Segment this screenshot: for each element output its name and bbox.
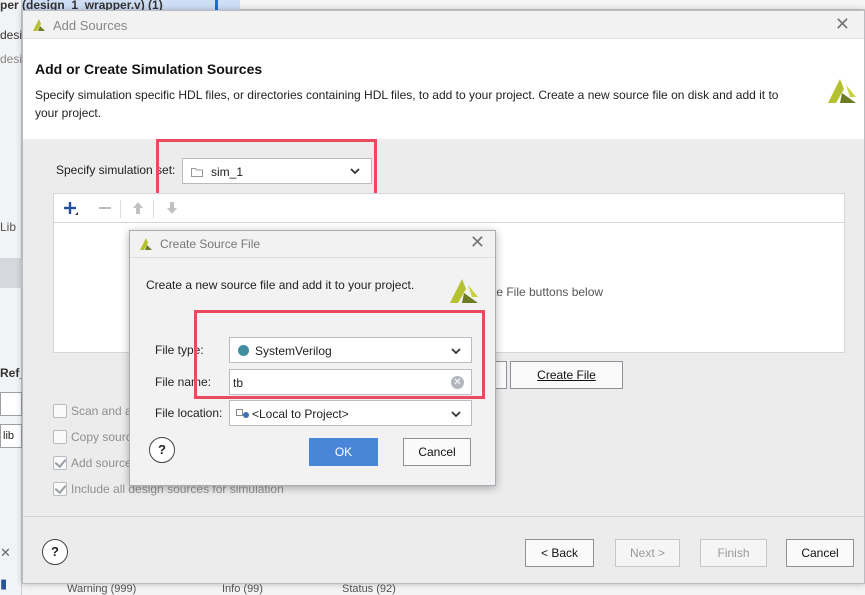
file-location-label: File location: bbox=[155, 406, 223, 420]
move-up-icon[interactable] bbox=[131, 200, 145, 216]
vivado-logo-icon bbox=[828, 79, 856, 103]
sub-dialog-title: Create Source File bbox=[160, 237, 261, 251]
ide-left-tab-bg bbox=[0, 258, 22, 288]
ide-close-icon[interactable]: ✕ bbox=[0, 545, 22, 561]
move-down-icon[interactable] bbox=[165, 200, 179, 216]
chevron-down-icon bbox=[451, 411, 461, 418]
close-icon[interactable]: ✕ bbox=[835, 14, 850, 35]
sub-dialog-titlebar: Create Source File ✕ bbox=[130, 231, 495, 258]
help-button[interactable]: ? bbox=[149, 437, 175, 463]
ide-blue-marker bbox=[215, 0, 218, 10]
dialog-titlebar: Add Sources ✕ bbox=[23, 11, 864, 39]
cancel-button[interactable]: Cancel bbox=[403, 438, 471, 466]
cancel-button[interactable]: Cancel bbox=[786, 539, 854, 567]
ide-left-text: Ref_ bbox=[0, 366, 22, 380]
close-icon[interactable]: ✕ bbox=[470, 232, 485, 253]
remove-icon[interactable] bbox=[98, 200, 112, 216]
scan-option-label: Scan and a bbox=[71, 404, 132, 418]
ide-left-text: desi bbox=[0, 28, 22, 42]
highlight-box bbox=[194, 310, 485, 399]
dialog-header: Add or Create Simulation Sources Specify… bbox=[23, 39, 864, 139]
help-button[interactable]: ? bbox=[42, 539, 68, 565]
copy-option-checkbox[interactable] bbox=[53, 430, 67, 444]
next-button[interactable]: Next > bbox=[615, 539, 680, 567]
finish-button[interactable]: Finish bbox=[700, 539, 767, 567]
scan-option-checkbox[interactable] bbox=[53, 404, 67, 418]
add-option-checkbox[interactable] bbox=[53, 456, 67, 470]
create-file-button[interactable]: Create File bbox=[510, 361, 623, 389]
add-option-label: Add source bbox=[71, 456, 132, 470]
ide-left-text: desi bbox=[0, 52, 22, 66]
vivado-logo-icon bbox=[450, 279, 478, 303]
dialog-title: Add Sources bbox=[53, 18, 128, 33]
empty-list-hint: te File buttons below bbox=[493, 285, 604, 299]
footer-separator bbox=[23, 516, 864, 517]
warning-filter[interactable]: Warning (999) bbox=[67, 583, 136, 595]
status-filter[interactable]: Status (92) bbox=[342, 583, 396, 595]
info-filter[interactable]: Info (99) bbox=[222, 583, 263, 595]
include-option-checkbox[interactable] bbox=[53, 482, 67, 496]
page-title: Add or Create Simulation Sources bbox=[35, 61, 263, 77]
highlight-box bbox=[156, 139, 377, 200]
sources-toolbar bbox=[53, 193, 845, 223]
copy-option-label: Copy sourc bbox=[71, 430, 132, 444]
vivado-logo-icon bbox=[33, 19, 45, 31]
ide-left-button[interactable]: lib bbox=[0, 424, 22, 448]
file-location-value: <Local to Project> bbox=[252, 407, 349, 421]
page-description: Specify simulation specific HDL files, o… bbox=[35, 88, 779, 120]
add-icon[interactable] bbox=[63, 200, 79, 218]
sub-dialog-description: Create a new source file and add it to y… bbox=[146, 278, 415, 292]
back-button[interactable]: < Back bbox=[525, 539, 594, 567]
ide-trash-icon[interactable]: ▮ bbox=[0, 576, 22, 592]
ok-button[interactable]: OK bbox=[309, 438, 378, 466]
location-icon bbox=[236, 409, 249, 418]
file-location-dropdown[interactable]: <Local to Project> bbox=[229, 400, 472, 426]
toolbar-divider bbox=[153, 200, 154, 218]
vivado-logo-icon bbox=[140, 238, 152, 250]
ide-left-tab[interactable]: Lib bbox=[0, 220, 22, 234]
ide-left-panel bbox=[0, 0, 22, 595]
ide-left-button[interactable] bbox=[0, 392, 22, 416]
toolbar-divider bbox=[120, 200, 121, 218]
